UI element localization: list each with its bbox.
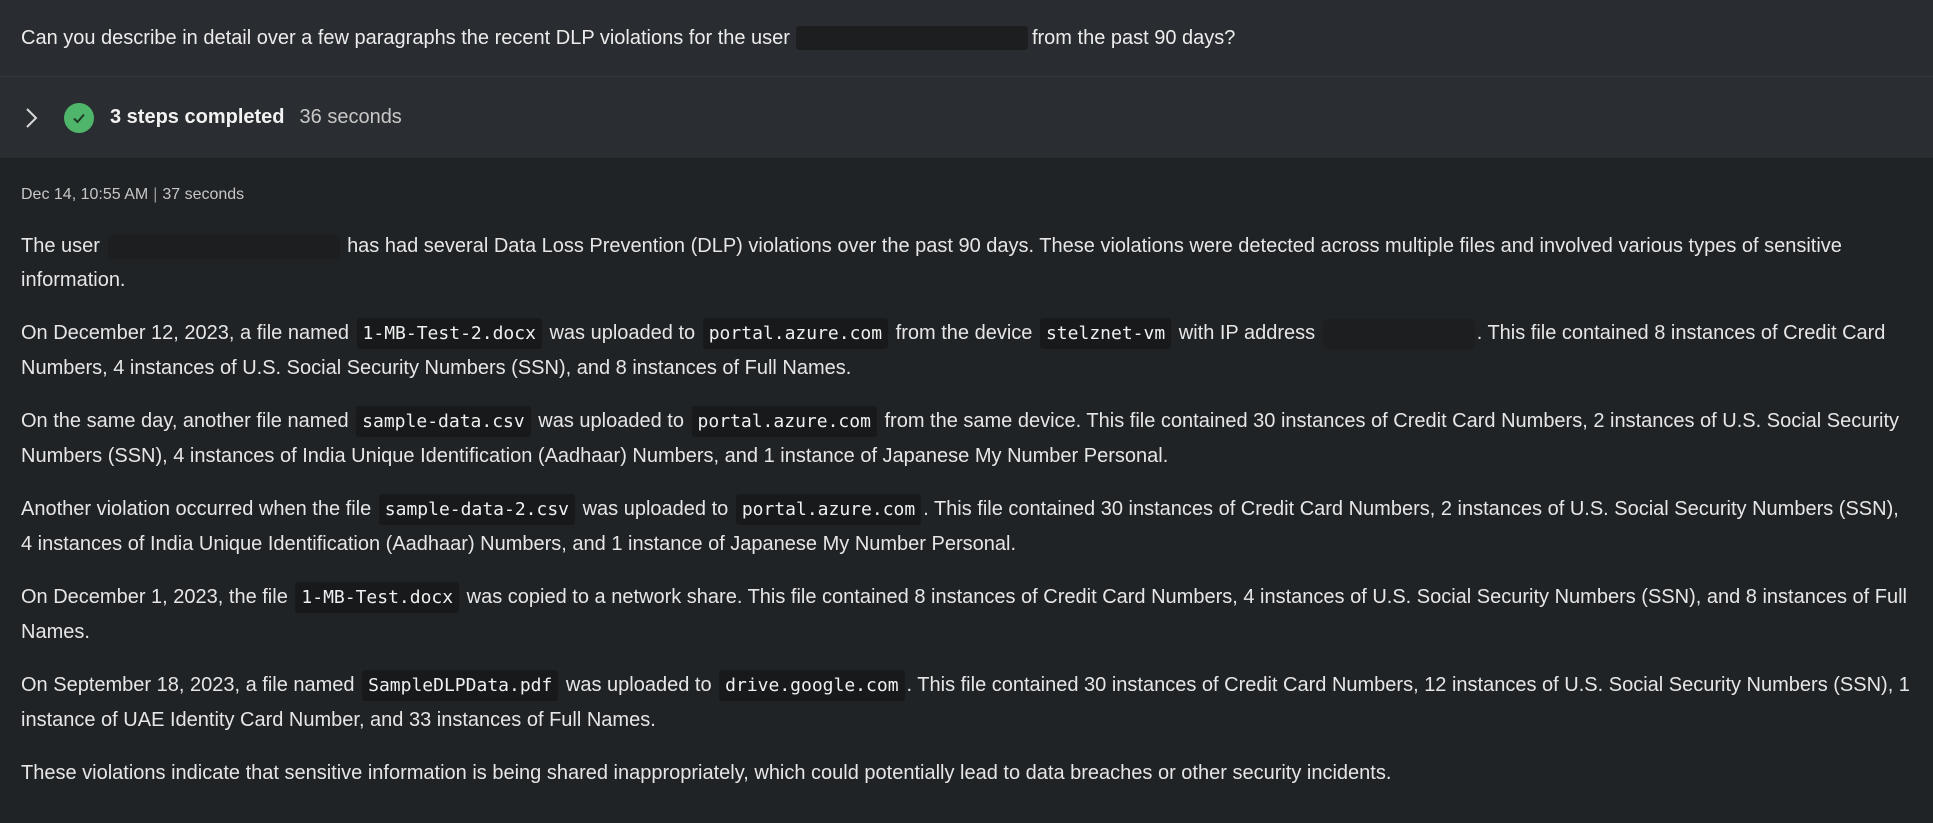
prompt-text-start: Can you describe in detail over a few pa… xyxy=(21,26,790,49)
steps-duration: 36 seconds xyxy=(299,106,402,128)
text: from the device xyxy=(895,322,1033,344)
text: was uploaded to xyxy=(582,498,729,520)
steps-label: 3 steps completed xyxy=(110,106,285,128)
text: On the same day, another file named xyxy=(21,410,349,432)
text: Another violation occurred when the file xyxy=(21,498,372,520)
file-name: SampleDLPData.pdf xyxy=(362,670,559,701)
redacted-username xyxy=(107,234,340,259)
prompt-text-end: from the past 90 days? xyxy=(1031,26,1236,49)
response-duration: 37 seconds xyxy=(162,186,245,203)
paragraph-violation-4: On December 1, 2023, the file 1-MB-Test.… xyxy=(21,580,1912,649)
file-name: 1-MB-Test-2.docx xyxy=(356,318,542,349)
file-name: sample-data.csv xyxy=(356,406,531,437)
text: was uploaded to xyxy=(565,674,712,696)
text: On September 18, 2023, a file named xyxy=(21,674,355,696)
steps-summary[interactable]: 3 steps completed 36 seconds xyxy=(0,77,1933,158)
text: The user xyxy=(21,235,100,257)
text: On December 1, 2023, the file xyxy=(21,586,288,608)
text: was uploaded to xyxy=(549,322,696,344)
file-name: sample-data-2.csv xyxy=(378,494,576,525)
paragraph-violation-1: On December 12, 2023, a file named 1-MB-… xyxy=(21,316,1912,385)
text: On December 12, 2023, a file named xyxy=(21,322,349,344)
paragraph-violation-2: On the same day, another file named samp… xyxy=(21,404,1912,473)
meta-separator: | xyxy=(153,186,158,203)
device-name: stelznet-vm xyxy=(1039,318,1172,349)
response-body: Dec 14, 10:55 AM | 37 seconds The user has… xyxy=(0,158,1933,790)
redacted-ip-address xyxy=(1322,318,1475,349)
destination-site: portal.azure.com xyxy=(702,318,889,349)
file-name: 1-MB-Test.docx xyxy=(295,582,460,613)
paragraph-conclusion: These violations indicate that sensitive… xyxy=(21,762,1392,784)
response-meta: Dec 14, 10:55 AM | 37 seconds xyxy=(21,186,1912,206)
paragraph-violation-5: On September 18, 2023, a file named Samp… xyxy=(21,668,1912,737)
check-circle-icon xyxy=(64,102,94,133)
destination-site: portal.azure.com xyxy=(691,406,877,437)
paragraph-intro: The user has had several Data Loss Preve… xyxy=(21,229,1912,297)
destination-site: portal.azure.com xyxy=(735,494,922,525)
redacted-username xyxy=(795,26,1028,50)
chevron-right-icon[interactable] xyxy=(22,107,42,128)
text: with IP address xyxy=(1178,322,1316,344)
paragraph-violation-3: Another violation occurred when the file… xyxy=(21,492,1912,561)
text: was uploaded to xyxy=(538,410,684,432)
response-timestamp: Dec 14, 10:55 AM xyxy=(21,186,149,203)
destination-site: drive.google.com xyxy=(719,670,905,701)
user-prompt: Can you describe in detail over a few pa… xyxy=(0,0,1933,77)
